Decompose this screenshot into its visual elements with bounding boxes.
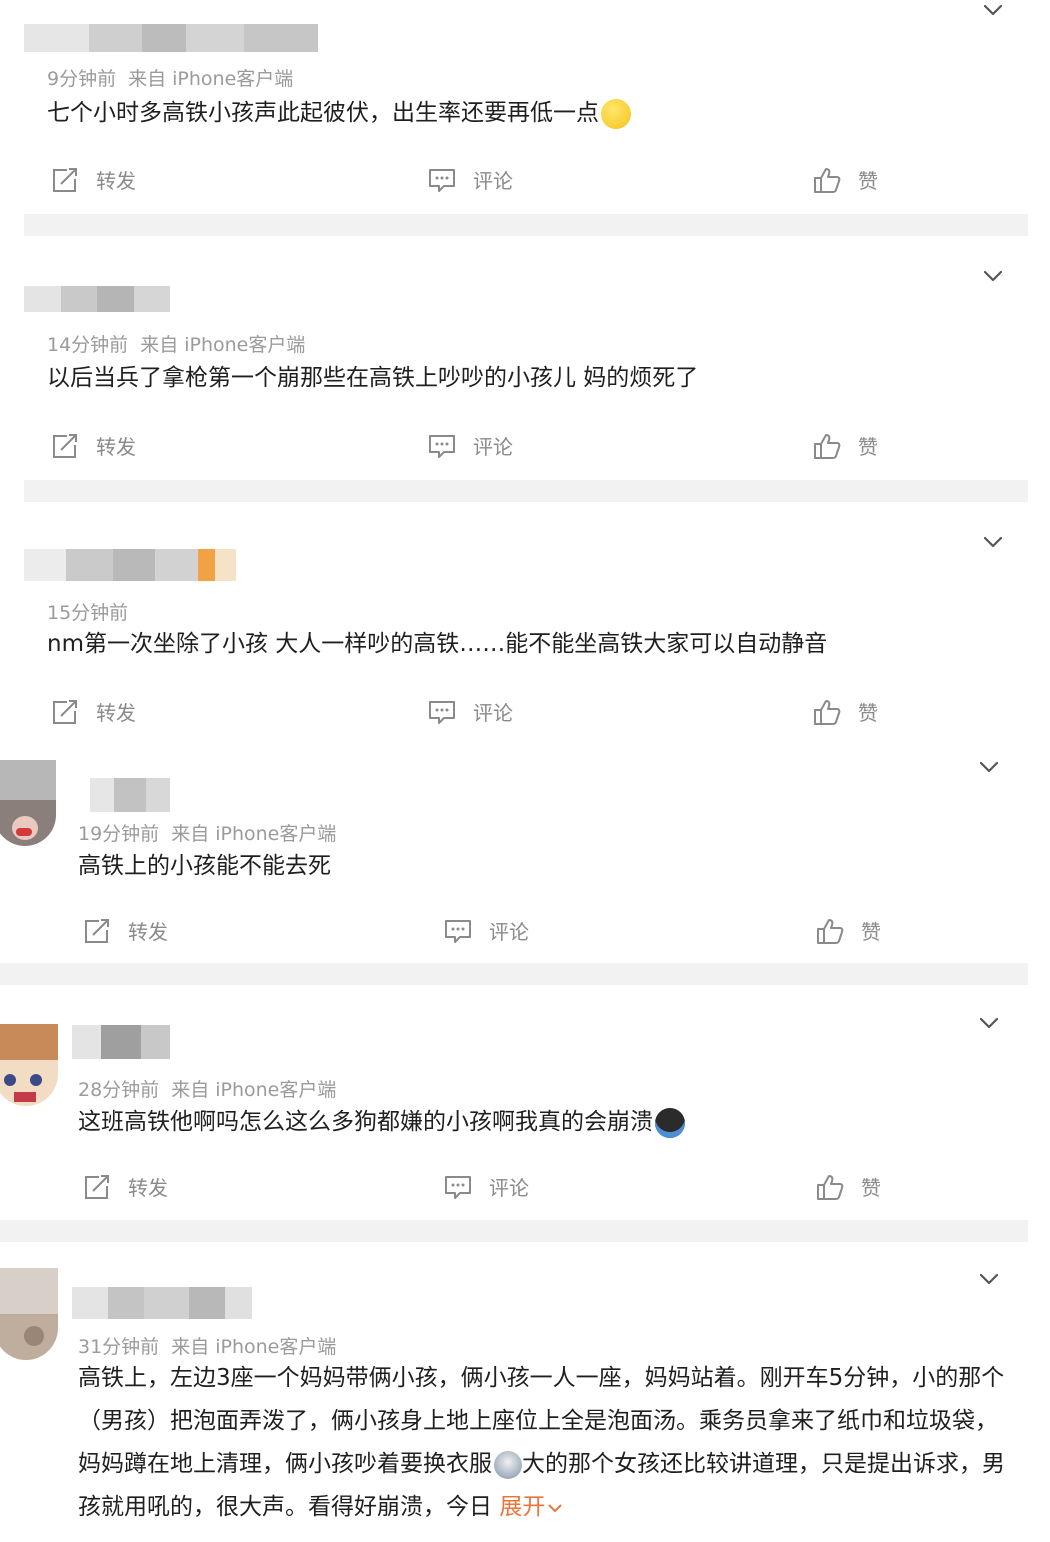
repost-label: 转发	[128, 920, 168, 944]
post-time: 15分钟前	[47, 602, 129, 624]
smile-emoji-icon	[601, 98, 631, 129]
post-text: 这班高铁他啊吗怎么这么多狗都嫌的小孩啊我真的会崩溃	[78, 1101, 685, 1144]
repost-label: 转发	[96, 169, 136, 193]
post-time: 19分钟前	[78, 823, 160, 845]
repost-button[interactable]: 转发	[50, 165, 136, 194]
like-label: 赞	[861, 920, 881, 944]
repost-button[interactable]: 转发	[82, 1172, 168, 1201]
comment-label: 评论	[489, 920, 529, 944]
comment-icon	[427, 698, 457, 726]
comment-button[interactable]: 评论	[443, 916, 529, 945]
post-divider	[24, 480, 1028, 502]
post-text: 高铁上的小孩能不能去死	[78, 853, 331, 879]
repost-icon	[50, 698, 80, 726]
post-text: 以后当兵了拿枪第一个崩那些在高铁上吵吵的小孩儿 妈的烦死了	[47, 365, 699, 391]
post-text: 高铁上，左边3座一个妈妈带俩小孩，俩小孩一人一座，妈妈站着。刚开车5分钟，小的那…	[78, 1357, 1018, 1529]
repost-label: 转发	[128, 1176, 168, 1200]
post-meta: 28分钟前 来自 iPhone客户端	[78, 1075, 336, 1102]
post-source: 来自 iPhone客户端	[171, 823, 337, 845]
chevron-down-icon[interactable]	[984, 536, 1002, 548]
post-source: 来自 iPhone客户端	[128, 68, 294, 90]
like-button[interactable]: 赞	[812, 697, 878, 726]
post-source: 来自 iPhone客户端	[171, 1079, 337, 1101]
like-button[interactable]: 赞	[812, 431, 878, 460]
comment-icon	[443, 1173, 473, 1201]
comment-button[interactable]: 评论	[427, 431, 513, 460]
post-meta: 31分钟前 来自 iPhone客户端	[78, 1332, 336, 1359]
like-label: 赞	[858, 169, 878, 193]
comment-label: 评论	[473, 435, 513, 459]
avatar[interactable]	[0, 1024, 58, 1106]
post-time: 31分钟前	[78, 1336, 160, 1358]
comment-icon	[427, 166, 457, 194]
username-blurred[interactable]	[24, 549, 236, 581]
comment-icon	[443, 917, 473, 945]
username-blurred[interactable]	[24, 286, 170, 312]
post-text: nm第一次坐除了小孩 大人一样吵的高铁……能不能坐高铁大家可以自动静音	[47, 631, 828, 657]
avatar[interactable]	[0, 760, 56, 846]
username-blurred[interactable]	[90, 778, 170, 812]
post-divider	[0, 963, 1028, 985]
post-divider	[0, 1220, 1028, 1242]
like-label: 赞	[861, 1176, 881, 1200]
comment-button[interactable]: 评论	[427, 697, 513, 726]
post-meta: 19分钟前 来自 iPhone客户端	[78, 819, 336, 846]
repost-icon	[82, 1173, 112, 1201]
chevron-down-icon	[548, 1503, 563, 1512]
chevron-down-icon[interactable]	[984, 4, 1002, 16]
repost-icon	[50, 166, 80, 194]
post-meta: 9分钟前 来自 iPhone客户端	[47, 64, 293, 91]
chevron-down-icon[interactable]	[980, 1017, 998, 1029]
username-blurred[interactable]	[72, 1025, 170, 1059]
repost-button[interactable]: 转发	[50, 697, 136, 726]
chevron-down-icon[interactable]	[984, 270, 1002, 282]
like-label: 赞	[858, 435, 878, 459]
comment-button[interactable]: 评论	[427, 165, 513, 194]
repost-label: 转发	[96, 701, 136, 725]
post-divider	[24, 214, 1028, 236]
comment-icon	[427, 432, 457, 460]
sad-emoji-icon	[494, 1450, 522, 1479]
post-time: 14分钟前	[47, 334, 129, 356]
post-text-content: 这班高铁他啊吗怎么这么多狗都嫌的小孩啊我真的会崩溃	[78, 1109, 653, 1135]
post-text: 七个小时多高铁小孩声此起彼伏，出生率还要再低一点	[47, 92, 631, 135]
like-button[interactable]: 赞	[812, 165, 878, 194]
repost-button[interactable]: 转发	[50, 431, 136, 460]
crying-emoji-icon	[655, 1107, 685, 1138]
comment-label: 评论	[473, 169, 513, 193]
like-label: 赞	[858, 701, 878, 725]
post-time: 28分钟前	[78, 1079, 160, 1101]
repost-icon	[82, 917, 112, 945]
expand-link[interactable]: 展开	[499, 1494, 563, 1520]
username-blurred[interactable]	[24, 24, 318, 52]
repost-button[interactable]: 转发	[82, 916, 168, 945]
comment-label: 评论	[473, 701, 513, 725]
avatar[interactable]	[0, 1268, 58, 1360]
username-blurred[interactable]	[72, 1287, 252, 1319]
post-text-content: 七个小时多高铁小孩声此起彼伏，出生率还要再低一点	[47, 100, 599, 126]
post-meta: 15分钟前	[47, 598, 128, 625]
chevron-down-icon[interactable]	[980, 761, 998, 773]
post-source: 来自 iPhone客户端	[140, 334, 306, 356]
like-icon	[812, 698, 842, 726]
like-icon	[815, 917, 845, 945]
post-time: 9分钟前	[47, 68, 117, 90]
like-button[interactable]: 赞	[815, 1172, 881, 1201]
repost-label: 转发	[96, 435, 136, 459]
comment-button[interactable]: 评论	[443, 1172, 529, 1201]
like-icon	[812, 166, 842, 194]
post-meta: 14分钟前 来自 iPhone客户端	[47, 330, 305, 357]
like-icon	[812, 432, 842, 460]
like-button[interactable]: 赞	[815, 916, 881, 945]
like-icon	[815, 1173, 845, 1201]
comment-label: 评论	[489, 1176, 529, 1200]
chevron-down-icon[interactable]	[980, 1273, 998, 1285]
post-source: 来自 iPhone客户端	[171, 1336, 337, 1358]
expand-label: 展开	[499, 1494, 546, 1520]
repost-icon	[50, 432, 80, 460]
